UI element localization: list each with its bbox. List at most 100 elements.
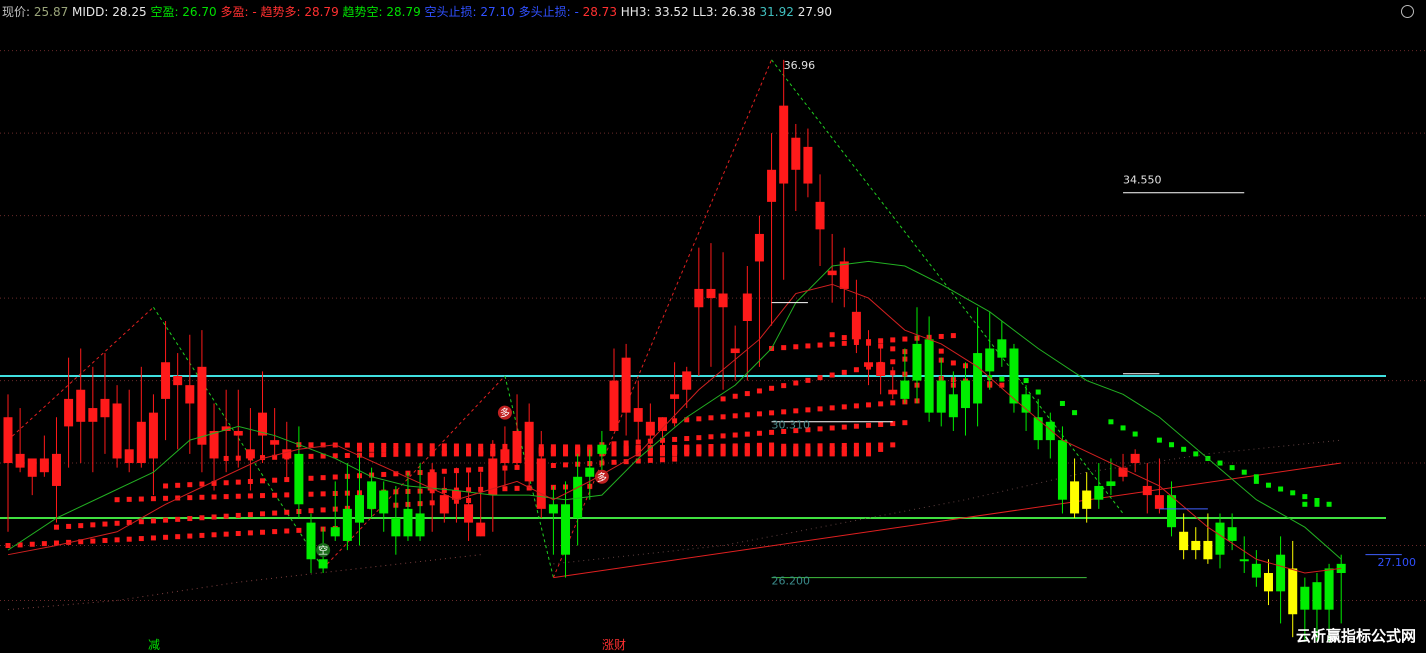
stair-dot-red [369,446,375,452]
stair-dot-red [29,541,35,547]
stair-dot-red [199,532,205,538]
stair-dot-red [878,343,884,349]
stair-dot-red [175,482,181,488]
candle-body [718,293,728,308]
stair-dot-red [223,494,229,500]
stair-dot-red [611,459,617,465]
stair-dot-red [344,442,350,448]
candle-body [1288,568,1298,615]
candle-body [1033,417,1043,441]
stair-dot-red [708,434,714,440]
candle-body [112,403,122,459]
candle-body [1045,421,1055,441]
stair-dot-red [138,536,144,542]
stair-dot-red [720,396,726,402]
stair-dot-red [878,401,884,407]
candle-body [161,362,171,399]
stair-dot-red [102,537,108,543]
stair-dot-red [575,446,581,452]
stair-dot-red [175,534,181,540]
candle-body [342,508,352,541]
stair-dot-red [793,380,799,386]
candle-body [1215,522,1225,555]
signal-marker-label: 多 [500,407,510,420]
stair-dot-green [1241,469,1247,475]
stair-dot-red [223,480,229,486]
candlestick-chart: 36.9634.55030.31026.20027.100多多空 [0,50,1426,642]
stair-dot-red [308,453,314,459]
candle-body [1106,481,1116,486]
stair-dot-green [1290,490,1296,496]
stair-dot-red [381,452,387,458]
stair-dot-red [417,451,423,457]
stair-dot-red [235,493,241,499]
candle-body [1191,540,1201,551]
candle-body [1021,394,1031,413]
stair-dot-red [272,477,278,483]
candle-body [682,371,692,390]
candle-body [39,458,49,473]
stair-dot-red [247,512,253,518]
stair-dot-green [1120,425,1126,431]
stair-dot-red [284,492,290,498]
candle-body [1227,527,1237,541]
stair-dot-green [1132,431,1138,437]
stair-dot-red [890,346,896,352]
candle-body [900,380,910,399]
stair-dot-red [453,451,459,457]
stair-dot-red [199,515,205,521]
stair-dot-red [781,409,787,415]
stair-dot-red [659,457,665,463]
stair-dot-red [284,509,290,515]
candle-body [1276,554,1286,592]
signal-marker-label: 空 [318,544,328,557]
stair-dot-red [441,451,447,457]
stair-dot-red [369,452,375,458]
candle-body [585,467,595,477]
stair-dot-green [1035,389,1041,395]
candle-body [64,398,74,427]
stair-dot-red [720,444,726,450]
stair-dot-red [344,452,350,458]
stair-dot-green [1278,486,1284,492]
stair-dot-red [635,445,641,451]
stair-dot-red [550,462,556,468]
stair-dot-red [781,448,787,454]
candle-body [948,394,958,418]
candle-body [330,527,340,537]
support-trendline [553,462,1342,579]
candle-body [597,444,607,454]
stair-dot-red [623,445,629,451]
stair-dot-red [720,414,726,420]
stair-dot-green [1023,378,1029,384]
stair-dot-red [126,536,132,542]
candle-body [3,417,13,464]
stair-dot-red [320,475,326,481]
candle-body [912,343,922,381]
stair-dot-red [211,532,217,538]
stair-dot-red [853,442,859,448]
stair-dot-red [466,451,472,457]
candle-body [815,201,825,230]
stair-dot-red [466,467,472,473]
candle-body [609,380,619,431]
candle-body [136,421,146,464]
candle-body [27,458,37,477]
stair-dot-red [41,541,47,547]
stair-dot-red [853,367,859,373]
candle-body [960,380,970,409]
candle-body [185,385,195,404]
candle-body [1251,563,1261,578]
candle-body [670,394,680,399]
candle-body [524,421,534,482]
stair-dot-red [138,519,144,525]
candle-body [561,504,571,555]
stair-dot-green [999,376,1005,382]
candle-body [1263,573,1273,592]
stair-dot-red [769,385,775,391]
stair-dot-green [1169,442,1175,448]
stair-dot-green [1072,410,1078,416]
stair-dot-red [235,531,241,537]
stair-dot-red [114,537,120,543]
stair-dot-red [781,443,787,449]
